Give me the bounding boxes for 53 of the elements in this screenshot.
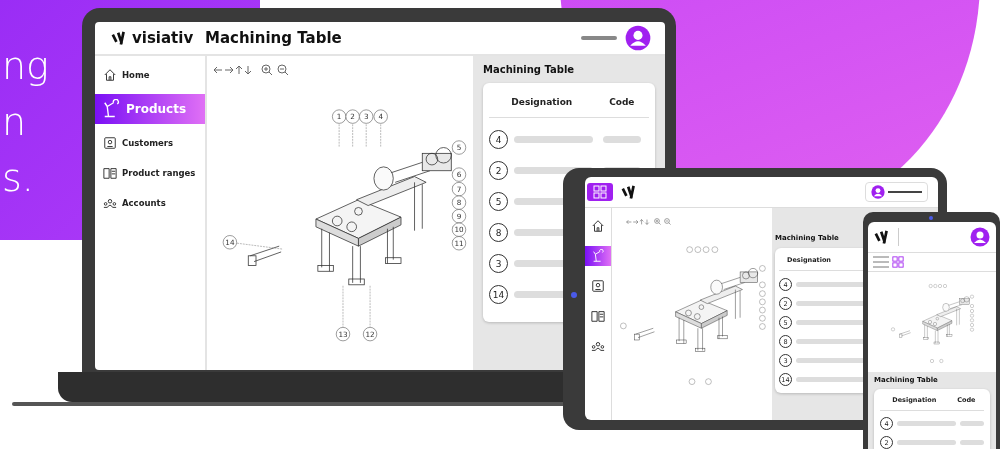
panel-title: Machining Table	[483, 64, 576, 75]
leader-line	[352, 123, 353, 147]
leader-line	[342, 285, 344, 328]
sidebar-item[interactable]: Products	[95, 94, 205, 124]
callout-circle	[939, 359, 944, 363]
part-drawing	[634, 328, 655, 341]
avatar-icon[interactable]	[625, 25, 651, 51]
leader-line	[365, 123, 367, 147]
zoom-out-icon[interactable]	[277, 64, 289, 76]
callout-circle	[705, 378, 712, 385]
callout-circle	[759, 265, 766, 272]
grid-icon[interactable]	[892, 256, 904, 268]
sidebar-item[interactable]: Product ranges	[95, 162, 205, 184]
page-title: Machining Table	[205, 29, 343, 47]
user-name-placeholder	[581, 36, 617, 40]
part-drawing	[247, 245, 282, 266]
part-drawing	[899, 330, 911, 338]
people-icon	[103, 196, 117, 210]
camera-dot	[571, 292, 577, 298]
robot-arm-icon	[101, 99, 121, 119]
sidebar-item[interactable]	[585, 246, 611, 266]
headline-fragment: n	[2, 99, 28, 146]
callout-circle	[891, 327, 895, 332]
logo-text: visiativ	[132, 29, 194, 47]
column-header: Designation	[510, 97, 574, 107]
home-icon	[591, 219, 605, 233]
book-icon	[591, 309, 605, 323]
zoom-in-icon[interactable]	[261, 64, 273, 76]
id-card-icon	[591, 279, 605, 293]
headline-fragment: ng	[2, 43, 49, 90]
avatar-icon[interactable]	[871, 185, 885, 199]
camera-dot	[929, 216, 933, 220]
apps-button[interactable]	[587, 183, 613, 201]
leader-line	[369, 285, 371, 328]
callout-circle	[930, 359, 934, 363]
sidebar-item[interactable]: Home	[95, 64, 205, 86]
callout-circle	[688, 378, 696, 385]
user-menu[interactable]	[865, 182, 928, 202]
robot-arm-icon	[591, 249, 605, 263]
leader-line	[380, 123, 381, 147]
people-icon	[591, 339, 605, 353]
id-card-icon	[103, 136, 117, 150]
sidebar-item[interactable]: Customers	[95, 132, 205, 154]
callout-circle	[620, 322, 627, 330]
column-header: Code	[608, 97, 636, 107]
book-icon	[103, 166, 117, 180]
machine-drawing	[922, 296, 970, 345]
headline-fragment: s.	[2, 155, 35, 202]
callout-circle	[970, 294, 974, 299]
avatar-icon[interactable]	[970, 227, 990, 247]
home-icon	[103, 68, 117, 82]
leader-line	[338, 123, 340, 147]
sidebar-item[interactable]: Accounts	[95, 192, 205, 214]
